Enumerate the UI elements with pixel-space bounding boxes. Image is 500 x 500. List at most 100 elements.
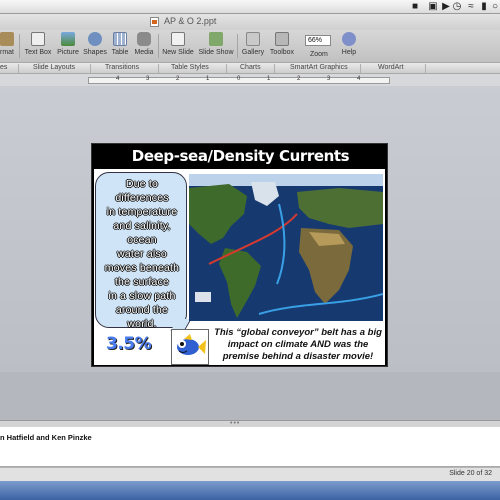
notes-splitter[interactable] (0, 420, 500, 427)
caption-line: premise behind a disaster movie! (222, 351, 374, 362)
bubble-line: and salinity, (113, 220, 171, 232)
zoom-input[interactable]: 66% (305, 35, 331, 46)
format-button[interactable]: rmat (0, 32, 18, 60)
time-machine-icon[interactable]: ◷ (452, 1, 462, 13)
window-title-bar[interactable]: AP & O 2.ppt (0, 14, 500, 30)
shapes-button[interactable]: Shapes (82, 32, 108, 60)
window-title: AP & O 2.ppt (164, 16, 217, 26)
ruler-label: 1 (206, 76, 210, 82)
toolbar: rmat Text Box Picture Shapes Table Media… (0, 30, 500, 62)
media-button[interactable]: Media (132, 32, 156, 60)
menu-bar: ■ ▣ ▶ ◷ ≈ ▮ ○ (0, 0, 500, 14)
world-map-image (189, 174, 383, 321)
percent-text[interactable]: 3.5% (106, 334, 152, 354)
speech-bubble[interactable]: Due to differences in temperature and sa… (95, 172, 188, 331)
table-label: Table (111, 49, 129, 56)
ocean-conveyor-map[interactable] (189, 174, 383, 321)
bubble-text: Due to differences in temperature and sa… (96, 177, 188, 331)
ribbon-divider (158, 64, 159, 73)
text-box-icon (31, 32, 45, 46)
tab-wordart[interactable]: WordArt (378, 64, 404, 71)
bubble-line: in temperature (106, 206, 178, 218)
toolbox-icon (275, 32, 289, 46)
tab-table-styles[interactable]: Table Styles (171, 64, 209, 71)
ruler-label: 3 (327, 76, 331, 82)
bubble-line: ocean (127, 234, 157, 246)
slide-title[interactable]: Deep-sea/Density Currents (92, 147, 389, 165)
ribbon-divider (425, 64, 426, 73)
media-icon (137, 32, 151, 46)
slide-body: Due to differences in temperature and sa… (94, 169, 385, 365)
ruler-label: 2 (176, 76, 180, 82)
caption-line: impact on climate AND was the (227, 339, 369, 350)
bubble-line: Due to (125, 178, 159, 190)
new-slide-icon (171, 32, 185, 46)
dock[interactable] (0, 481, 500, 500)
tab-themes[interactable]: es (0, 64, 7, 71)
display-icon[interactable]: ▣ (428, 1, 438, 13)
tab-smartart-graphics[interactable]: SmartArt Graphics (290, 64, 348, 71)
ribbon-divider (360, 64, 361, 73)
toolbar-divider (19, 34, 20, 58)
zoom-label: Zoom (310, 51, 328, 58)
shapes-label: Shapes (83, 49, 107, 56)
ribbon-divider (226, 64, 227, 73)
tab-slide-layouts[interactable]: Slide Layouts (33, 64, 75, 71)
dropbox-icon[interactable]: ■ (410, 1, 420, 13)
help-icon (342, 32, 356, 46)
ruler-label: 4 (357, 76, 361, 82)
horizontal-ruler[interactable]: 4 3 2 1 0 1 2 3 4 (88, 76, 390, 84)
notes-pane[interactable]: n Hatfield and Ken Pinzke (0, 427, 500, 467)
notes-text[interactable]: n Hatfield and Ken Pinzke (0, 433, 92, 442)
clock-icon[interactable]: ○ (490, 1, 500, 13)
gallery-label: Gallery (241, 49, 265, 56)
ruler-label: 2 (297, 76, 301, 82)
caption-line: This “global conveyor” belt has a big (214, 327, 382, 338)
new-slide-label: New Slide (162, 49, 194, 56)
ribbon-divider (274, 64, 275, 73)
volume-icon[interactable]: ▶ (441, 1, 451, 13)
tab-charts[interactable]: Charts (240, 64, 261, 71)
text-box-button[interactable]: Text Box (22, 32, 54, 60)
slide-show-button[interactable]: Slide Show (197, 32, 235, 60)
picture-button[interactable]: Picture (55, 32, 81, 60)
slide-caption[interactable]: This “global conveyor” belt has a big im… (212, 327, 384, 363)
toolbox-label: Toolbox (269, 49, 295, 56)
slide-counter: Slide 20 of 32 (449, 470, 492, 477)
table-icon (113, 32, 127, 46)
toolbar-divider (158, 34, 159, 58)
splitter-grip-icon[interactable]: ••• (230, 420, 240, 427)
gallery-icon (246, 32, 260, 46)
ribbon-tabs: es Slide Layouts Transitions Table Style… (0, 62, 500, 74)
bubble-line: in a slow path (108, 290, 176, 302)
fish-illustration (177, 334, 206, 355)
bubble-line: water also (117, 248, 167, 260)
fish-cartoon-image[interactable] (171, 329, 209, 365)
help-button[interactable]: Help (339, 32, 359, 60)
bubble-line: the surface (114, 276, 170, 288)
tab-transitions[interactable]: Transitions (105, 64, 139, 71)
gallery-button[interactable]: Gallery (239, 32, 267, 60)
wifi-icon[interactable]: ≈ (466, 1, 476, 13)
shapes-icon (88, 32, 102, 46)
help-label: Help (341, 49, 357, 56)
format-icon (0, 32, 14, 46)
ruler-label: 1 (267, 76, 271, 82)
ribbon-divider (90, 64, 91, 73)
bubble-line: differences (115, 192, 169, 204)
text-box-label: Text Box (24, 49, 52, 56)
bubble-line: around the (115, 304, 169, 316)
battery-icon[interactable]: ▮ (479, 1, 489, 13)
new-slide-button[interactable]: New Slide (160, 32, 196, 60)
ribbon-divider (18, 64, 19, 73)
ruler-label: 3 (146, 76, 150, 82)
ppt-document-icon (150, 17, 159, 27)
table-button[interactable]: Table (109, 32, 131, 60)
status-bar: Slide 20 of 32 (0, 467, 500, 481)
picture-label: Picture (57, 49, 79, 56)
toolbox-button[interactable]: Toolbox (267, 32, 297, 60)
bubble-line: moves beneath (104, 262, 180, 274)
media-label: Media (134, 49, 154, 56)
picture-icon (61, 32, 75, 46)
slide[interactable]: Deep-sea/Density Currents Due to differe… (91, 143, 388, 367)
